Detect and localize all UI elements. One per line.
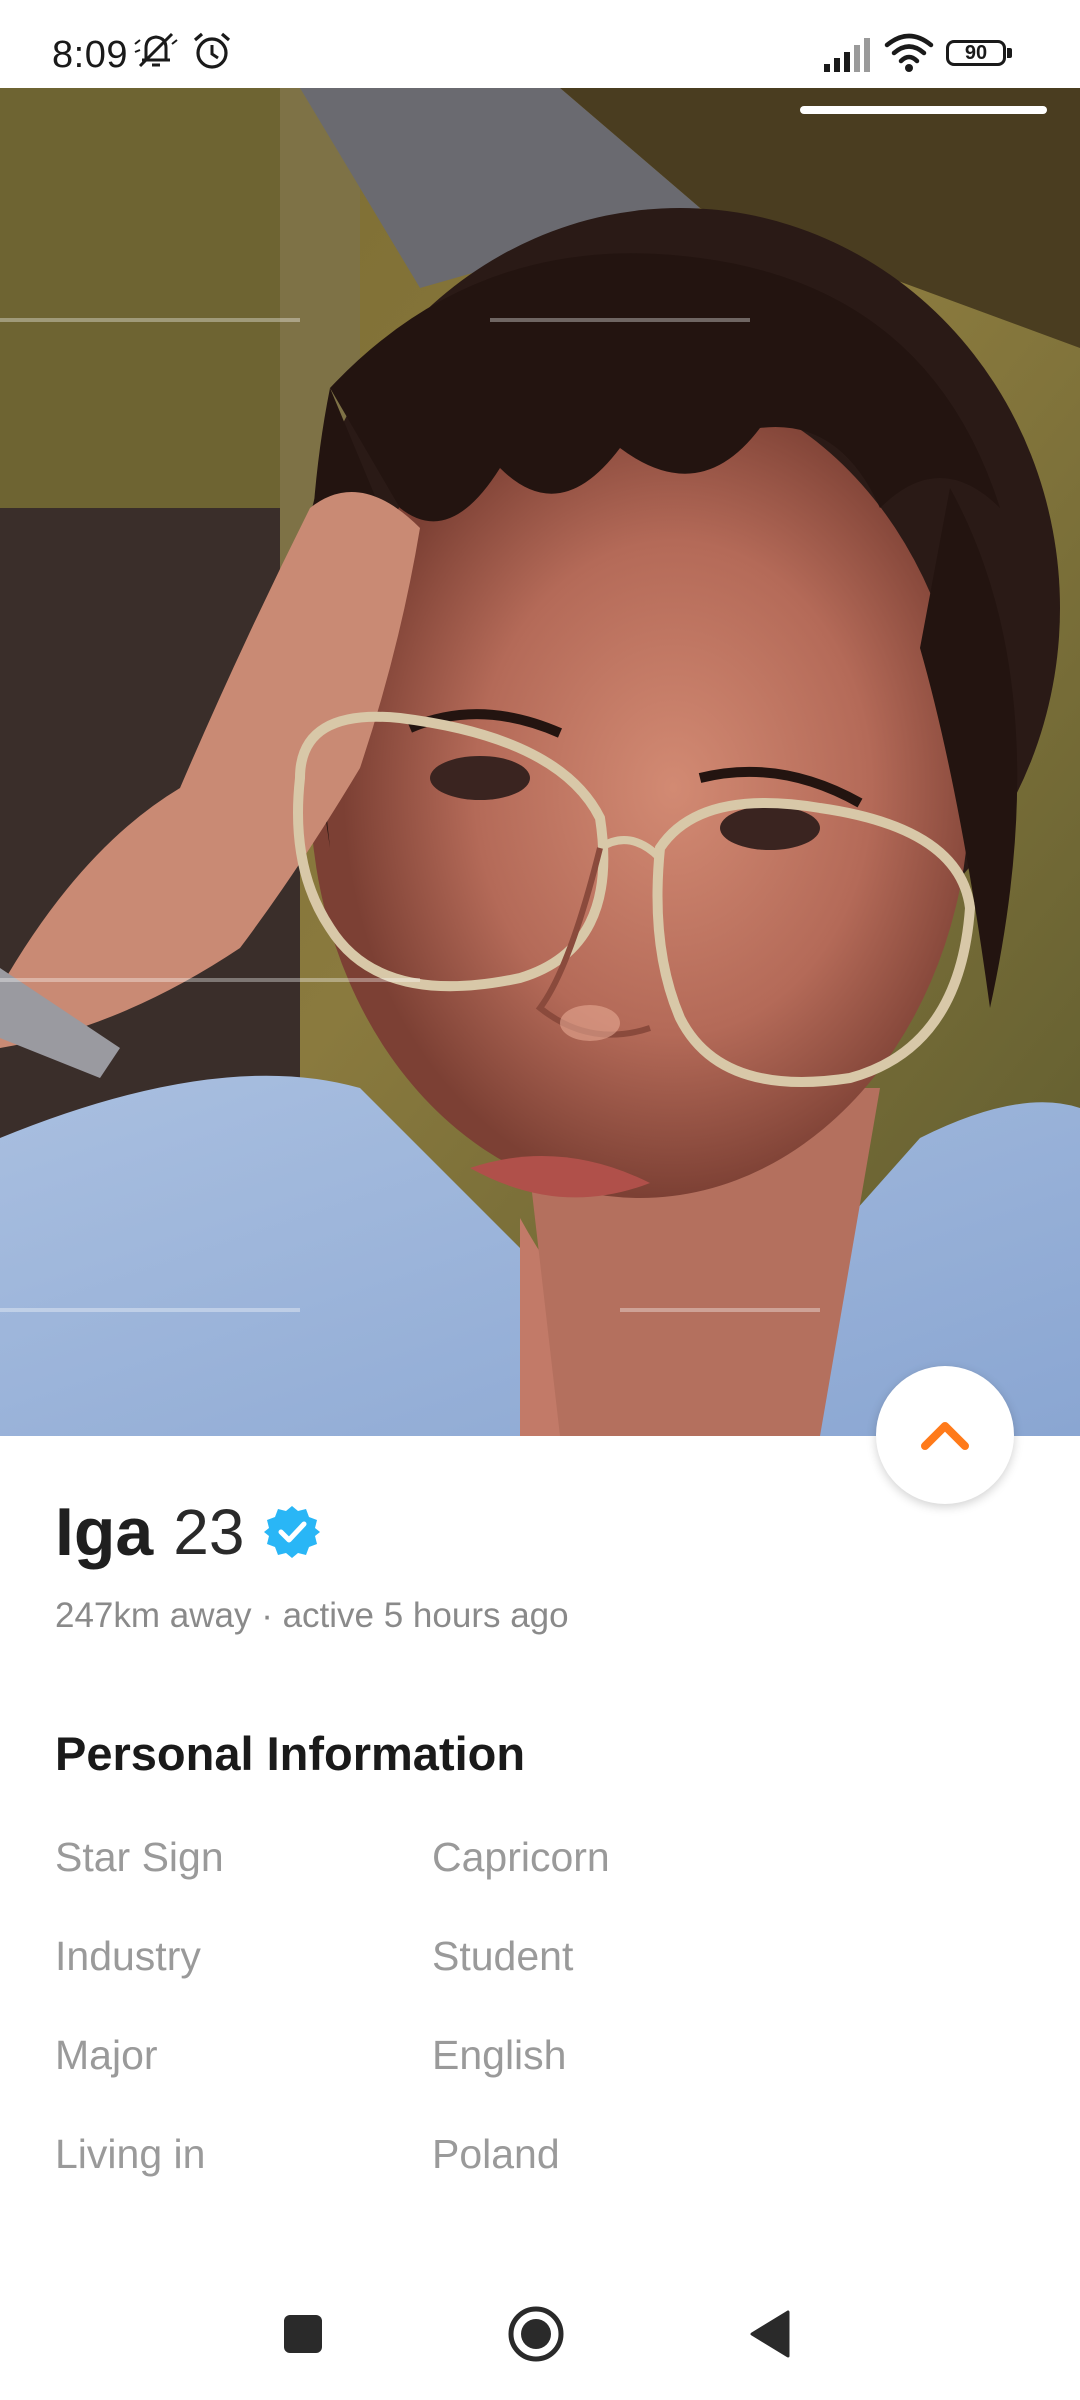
info-value: Capricorn — [432, 1834, 610, 1880]
system-nav-bar — [0, 2268, 1080, 2400]
recents-icon — [284, 2315, 322, 2353]
info-value: Poland — [432, 2131, 560, 2177]
info-label: Star Sign — [55, 1834, 224, 1880]
profile-screen: 8:09 90 Iga 23 247km away · active 5 hou… — [0, 0, 1080, 2400]
alarm-icon — [193, 32, 231, 69]
home-icon — [508, 2306, 564, 2362]
profile-photo-image — [0, 88, 1080, 1436]
info-row-living-in: Living in Poland — [55, 2131, 1025, 2191]
home-button[interactable] — [476, 2268, 596, 2400]
mute-icon — [134, 32, 178, 68]
photo-indicator — [800, 106, 1047, 114]
collapse-button[interactable] — [876, 1366, 1014, 1504]
info-row-star-sign: Star Sign Capricorn — [55, 1834, 1025, 1894]
status-bar: 8:09 90 — [0, 0, 1080, 88]
info-row-major: Major English — [55, 2032, 1025, 2092]
personal-info-title: Personal Information — [55, 1727, 526, 1780]
back-button[interactable] — [710, 2268, 830, 2400]
wifi-icon — [884, 33, 934, 72]
battery-level: 90 — [964, 42, 988, 64]
profile-header: Iga 23 — [55, 1490, 321, 1574]
info-label: Major — [55, 2032, 158, 2078]
battery-icon: 90 — [946, 40, 1016, 70]
chevron-up-icon — [921, 1422, 969, 1450]
profile-age: 23 — [173, 1496, 245, 1568]
signal-icon — [824, 38, 870, 72]
info-row-industry: Industry Student — [55, 1933, 1025, 1993]
info-label: Industry — [55, 1933, 201, 1979]
recents-button[interactable] — [243, 2268, 363, 2400]
profile-name: Iga — [55, 1494, 154, 1570]
back-icon — [750, 2310, 790, 2358]
info-value: English — [432, 2032, 567, 2078]
status-time: 8:09 — [52, 34, 128, 76]
info-label: Living in — [55, 2131, 206, 2177]
verified-badge-icon — [264, 1506, 321, 1558]
info-value: Student — [432, 1933, 574, 1979]
profile-distance-activity: 247km away · active 5 hours ago — [55, 1596, 569, 1635]
profile-photo[interactable] — [0, 88, 1080, 1436]
